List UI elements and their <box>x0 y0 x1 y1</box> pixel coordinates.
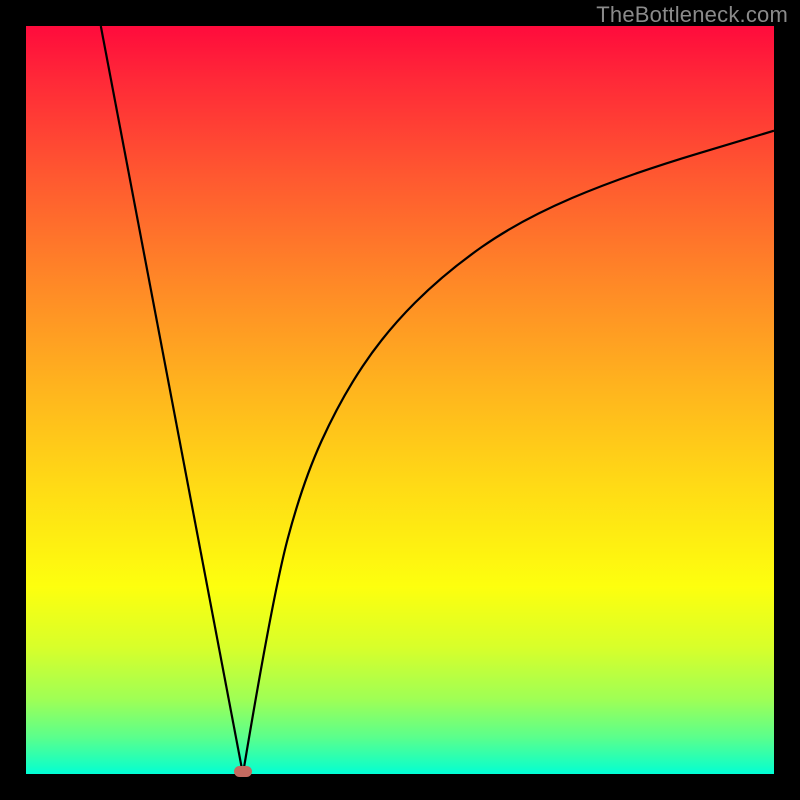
bottleneck-curve <box>26 26 774 774</box>
curve-right-branch <box>243 131 774 774</box>
vertex-marker <box>234 766 252 777</box>
plot-area <box>26 26 774 774</box>
chart-frame: TheBottleneck.com <box>0 0 800 800</box>
watermark-text: TheBottleneck.com <box>596 2 788 28</box>
curve-left-branch <box>101 26 243 774</box>
